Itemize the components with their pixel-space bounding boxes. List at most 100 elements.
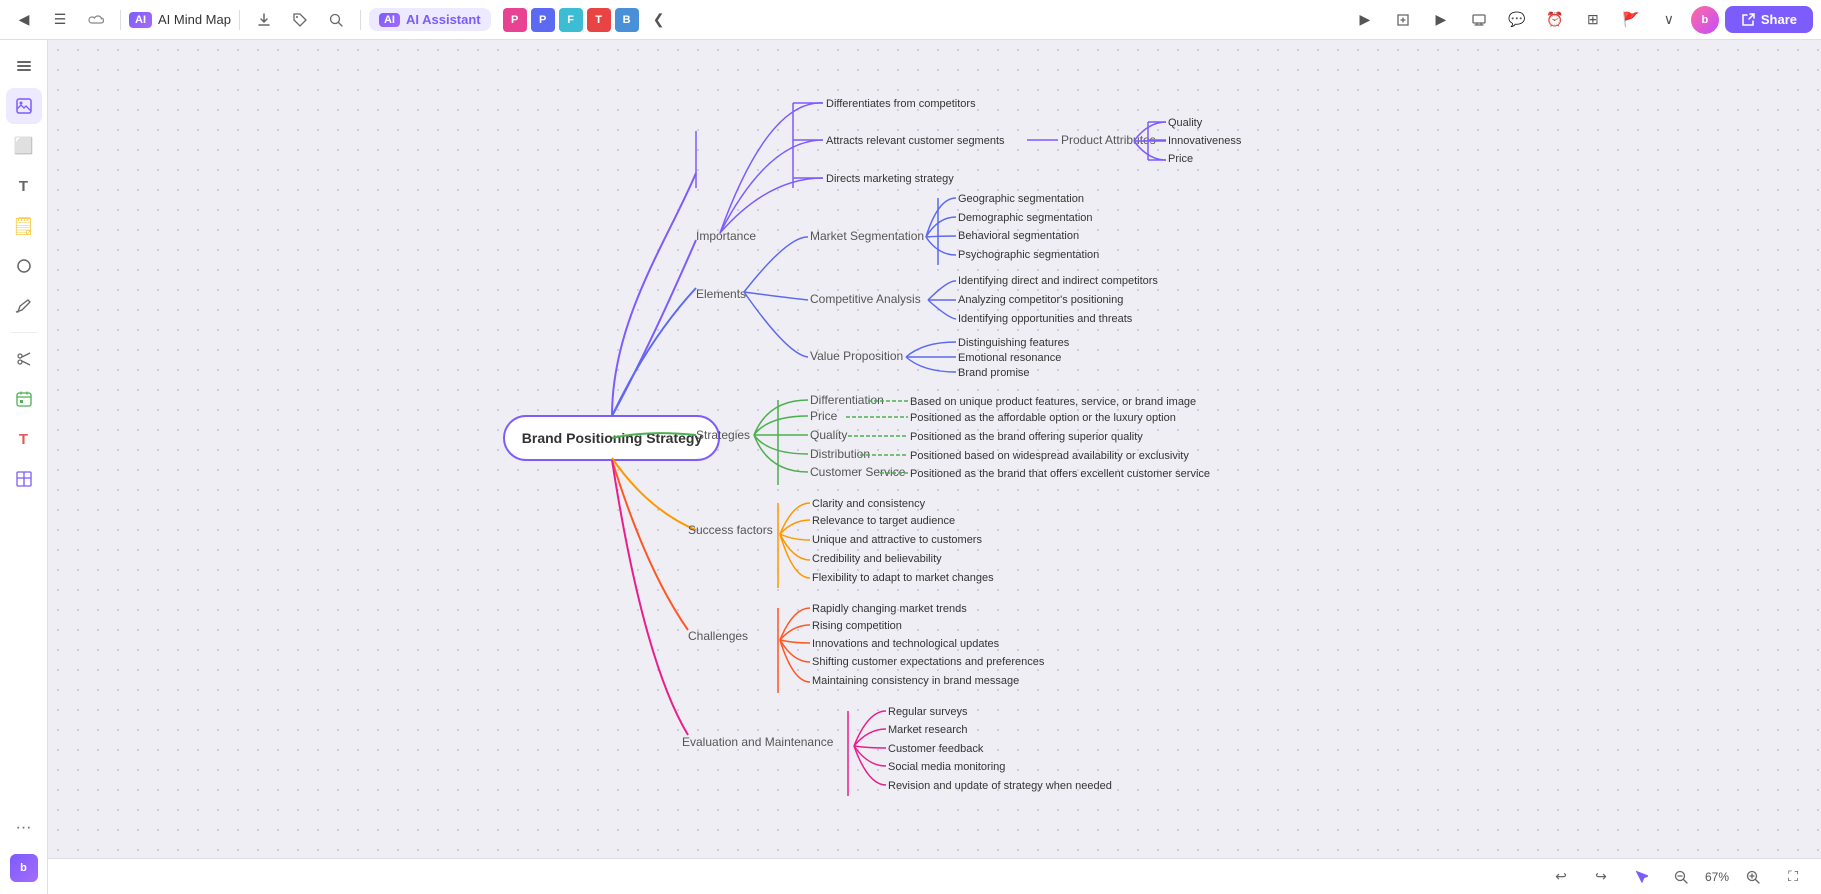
svg-text:Importance: Importance [696, 229, 756, 243]
svg-text:Distinguishing features: Distinguishing features [958, 337, 1070, 349]
svg-text:Differentiation: Differentiation [810, 393, 884, 407]
ai-assistant-icon: AI [379, 13, 400, 27]
svg-text:Analyzing competitor's positio: Analyzing competitor's positioning [958, 294, 1123, 306]
app-icon-4[interactable]: T [587, 8, 611, 32]
bottom-bar: ↩ ↪ 67% ⛶ [48, 858, 1821, 894]
canvas[interactable]: Brand Positioning Strategy Importance Di… [48, 40, 1821, 894]
menu-button[interactable]: ☰ [44, 4, 76, 36]
svg-text:Psychographic segmentation: Psychographic segmentation [958, 249, 1099, 261]
zoom-level: 67% [1705, 870, 1729, 884]
svg-text:Social media monitoring: Social media monitoring [888, 761, 1005, 773]
sidebar-image[interactable] [6, 88, 42, 124]
svg-text:Clarity and consistency: Clarity and consistency [812, 498, 926, 510]
share-button[interactable]: Share [1725, 6, 1813, 33]
timer-icon[interactable]: ⏰ [1539, 4, 1571, 36]
svg-text:Price: Price [810, 409, 838, 423]
collapse-button[interactable]: ❮ [643, 4, 675, 36]
svg-text:Identifying direct and indirec: Identifying direct and indirect competit… [958, 275, 1158, 287]
svg-text:Geographic segmentation: Geographic segmentation [958, 193, 1084, 205]
expand-button[interactable]: ⛶ [1777, 861, 1809, 893]
present-icon[interactable] [1463, 4, 1495, 36]
svg-text:Rapidly changing market trends: Rapidly changing market trends [812, 603, 967, 615]
cursor-button[interactable] [1625, 861, 1657, 893]
title-text: AI Mind Map [158, 12, 231, 27]
sidebar-layers[interactable] [6, 48, 42, 84]
ai-assistant-button[interactable]: AI AI Assistant [369, 8, 491, 31]
svg-text:Brand promise: Brand promise [958, 367, 1030, 379]
svg-text:Identifying opportunities and: Identifying opportunities and threats [958, 313, 1133, 325]
svg-text:Competitive Analysis: Competitive Analysis [810, 292, 921, 306]
svg-text:Rising competition: Rising competition [812, 620, 902, 632]
back-button[interactable]: ◀ [8, 4, 40, 36]
sidebar-scissors[interactable] [6, 341, 42, 377]
svg-text:Credibility and believability: Credibility and believability [812, 553, 942, 565]
svg-text:Distribution: Distribution [810, 447, 870, 461]
svg-text:Flexibility to adapt to market: Flexibility to adapt to market changes [812, 572, 994, 584]
user-avatar[interactable]: b [1691, 6, 1719, 34]
sidebar-shapes[interactable] [6, 248, 42, 284]
right-arrow-icon[interactable]: ▶ [1349, 4, 1381, 36]
download-button[interactable] [248, 4, 280, 36]
app-icon-2[interactable]: P [531, 8, 555, 32]
grid-icon[interactable]: ⊞ [1577, 4, 1609, 36]
play-icon[interactable]: ▶ [1425, 4, 1457, 36]
svg-text:Unique and attractive to custo: Unique and attractive to customers [812, 534, 982, 546]
brand-icon: b [10, 854, 38, 882]
mindmap-svg: Brand Positioning Strategy Importance Di… [48, 40, 1821, 894]
svg-text:Maintaining consistency in bra: Maintaining consistency in brand message [812, 675, 1019, 687]
more-right-icon[interactable]: ∨ [1653, 4, 1685, 36]
flag-icon[interactable]: 🚩 [1615, 4, 1647, 36]
svg-text:Based on unique product featur: Based on unique product features, servic… [910, 396, 1196, 408]
app-title: AI AI Mind Map [129, 12, 231, 28]
sidebar-sticky[interactable]: 🗒 [6, 208, 42, 244]
sidebar-brand[interactable]: b [6, 850, 42, 886]
svg-text:Market research: Market research [888, 724, 967, 736]
svg-text:Behavioral segmentation: Behavioral segmentation [958, 230, 1079, 242]
svg-text:Challenges: Challenges [688, 629, 748, 643]
svg-text:Success factors: Success factors [688, 523, 773, 537]
app-icon-3[interactable]: F [559, 8, 583, 32]
sidebar-text2[interactable]: T [6, 421, 42, 457]
redo-button[interactable]: ↪ [1585, 861, 1617, 893]
sidebar-pen[interactable] [6, 288, 42, 324]
sidebar-text[interactable]: T [6, 168, 42, 204]
svg-text:Price: Price [1168, 153, 1193, 165]
svg-text:Customer Service: Customer Service [810, 465, 906, 479]
svg-text:Attracts relevant customer seg: Attracts relevant customer segments [826, 135, 1005, 147]
svg-text:Positioned as the brand offeri: Positioned as the brand offering superio… [910, 431, 1143, 443]
svg-text:Differentiates from competitor: Differentiates from competitors [826, 98, 976, 110]
svg-text:Emotional resonance: Emotional resonance [958, 352, 1061, 364]
svg-text:Regular surveys: Regular surveys [888, 706, 968, 718]
svg-text:Evaluation and Maintenance: Evaluation and Maintenance [682, 735, 834, 749]
cloud-button[interactable] [80, 4, 112, 36]
sidebar: ⬜ T 🗒 T ··· b [0, 40, 48, 894]
app-icon-1[interactable]: P [503, 8, 527, 32]
svg-text:Positioned as the brand that o: Positioned as the brand that offers exce… [910, 468, 1210, 480]
comment-icon[interactable]: 💬 [1501, 4, 1533, 36]
svg-text:Customer feedback: Customer feedback [888, 743, 984, 755]
sidebar-frame[interactable]: ⬜ [6, 128, 42, 164]
svg-text:Value Proposition: Value Proposition [810, 349, 903, 363]
sidebar-calendar[interactable] [6, 381, 42, 417]
zoom-in-button[interactable] [1737, 861, 1769, 893]
svg-text:Quality: Quality [810, 428, 847, 442]
svg-text:Innovations and technological: Innovations and technological updates [812, 638, 1000, 650]
share-label: Share [1761, 12, 1797, 27]
sidebar-more[interactable]: ··· [6, 810, 42, 846]
app-icon-5[interactable]: B [615, 8, 639, 32]
app-icons-group: P P F T B [503, 8, 639, 32]
svg-text:Positioned based on widespread: Positioned based on widespread availabil… [910, 450, 1189, 462]
undo-button[interactable]: ↩ [1545, 861, 1577, 893]
ai-assistant-label: AI Assistant [406, 12, 481, 27]
svg-text:Innovativeness: Innovativeness [1168, 135, 1242, 147]
svg-text:Directs marketing strategy: Directs marketing strategy [826, 173, 954, 185]
sidebar-table[interactable] [6, 461, 42, 497]
zoom-out-button[interactable] [1665, 861, 1697, 893]
download-right-icon[interactable] [1387, 4, 1419, 36]
svg-text:Demographic segmentation: Demographic segmentation [958, 212, 1093, 224]
tag-button[interactable] [284, 4, 316, 36]
svg-text:Product Attributes: Product Attributes [1061, 133, 1156, 147]
search-button[interactable] [320, 4, 352, 36]
svg-text:Relevance to target audience: Relevance to target audience [812, 515, 955, 527]
ai-badge: AI [129, 12, 152, 28]
